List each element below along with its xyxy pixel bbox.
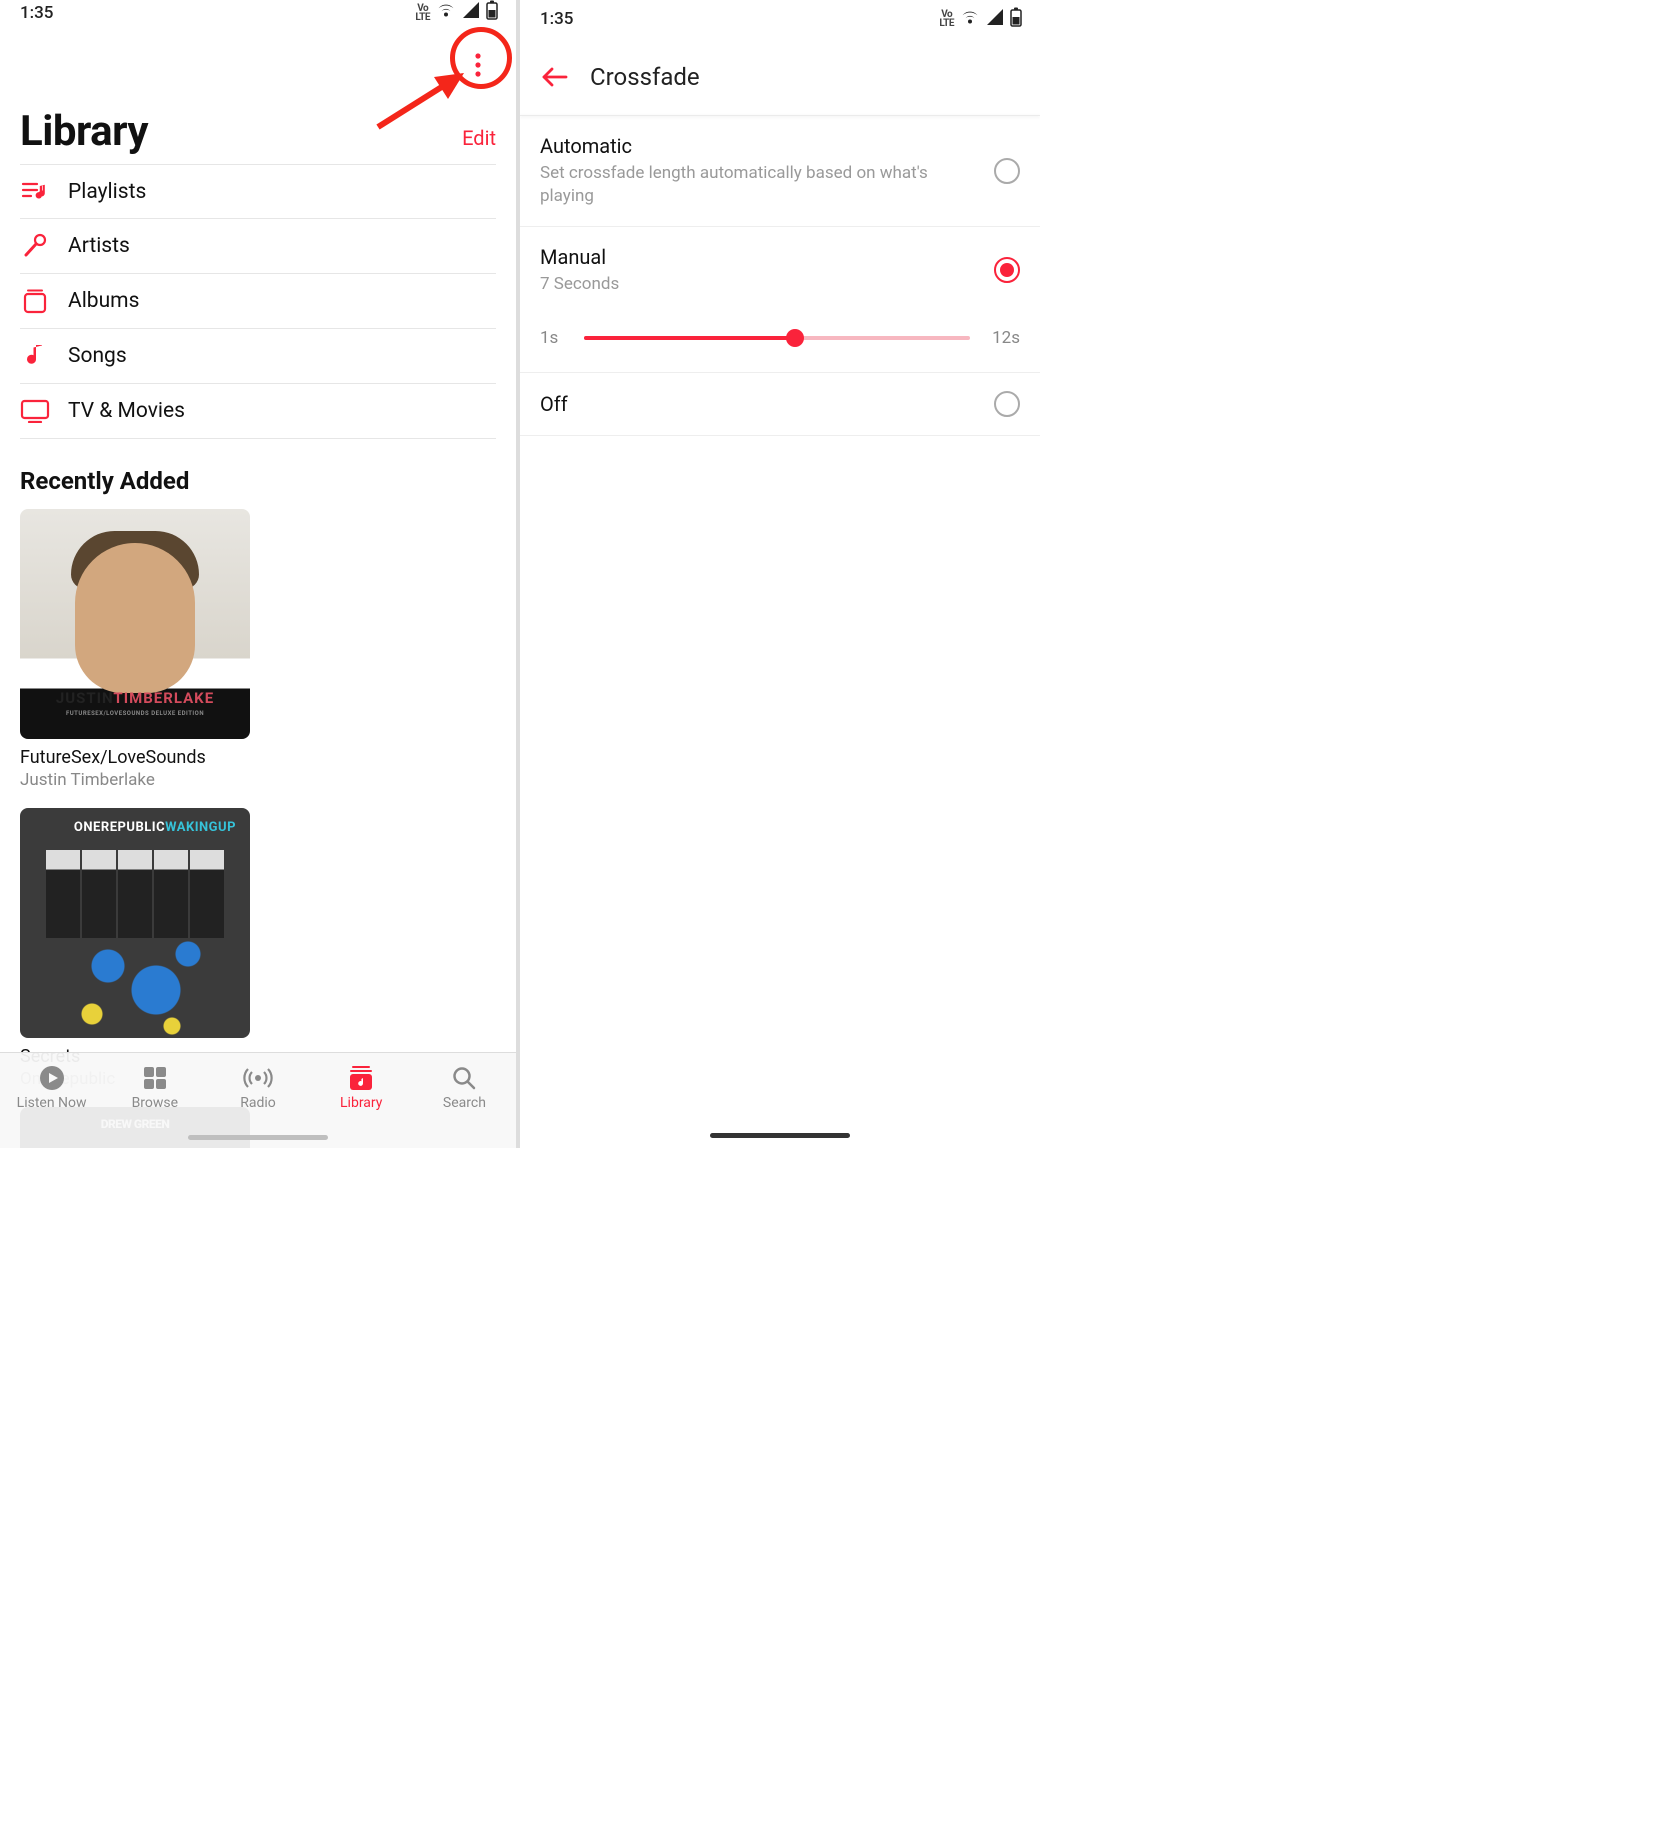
slider-max-label: 12s xyxy=(986,328,1020,348)
radio-manual[interactable] xyxy=(994,257,1020,283)
slider-fill xyxy=(584,336,795,340)
album-art: JUSTINTIMBERLAKE FUTURESEX/LOVESOUNDS DE… xyxy=(20,509,250,739)
nav-label: TV & Movies xyxy=(68,399,185,423)
nav-label: Artists xyxy=(68,234,130,258)
library-icon xyxy=(348,1065,374,1091)
tab-label: Browse xyxy=(132,1095,178,1111)
status-right: VoLTE xyxy=(939,7,1022,32)
wifi-icon xyxy=(436,2,456,23)
playlist-icon xyxy=(20,180,50,204)
home-indicator xyxy=(710,1133,850,1138)
more-menu-button[interactable] xyxy=(456,43,500,87)
signal-icon xyxy=(986,9,1004,30)
album-title: FutureSex/LoveSounds xyxy=(20,747,250,768)
crossfade-slider-row: 1s 12s xyxy=(520,314,1040,373)
grid-icon xyxy=(143,1065,167,1091)
option-text: Automatic Set crossfade length automatic… xyxy=(540,134,994,208)
album-card[interactable]: ONEREPUBLICWAKINGUP Secrets OneRepublic xyxy=(20,808,250,1089)
battery-icon xyxy=(486,0,498,25)
phone-library: 1:35 VoLTE Library Edit xyxy=(0,0,520,1148)
option-automatic[interactable]: Automatic Set crossfade length automatic… xyxy=(520,116,1040,227)
nav-item-artists[interactable]: Artists xyxy=(20,219,496,274)
nav-label: Albums xyxy=(68,289,139,313)
volte-icon: VoLTE xyxy=(939,10,954,28)
signal-icon xyxy=(462,2,480,23)
nav-item-tv-movies[interactable]: TV & Movies xyxy=(20,384,496,439)
home-indicator xyxy=(188,1135,328,1140)
slider-min-label: 1s xyxy=(540,328,568,348)
status-time: 1:35 xyxy=(20,3,53,23)
option-title: Off xyxy=(540,392,978,416)
nav-label: Songs xyxy=(68,344,127,368)
tab-label: Radio xyxy=(240,1095,276,1111)
option-title: Automatic xyxy=(540,134,978,158)
mic-icon xyxy=(20,233,50,259)
wifi-icon xyxy=(960,9,980,30)
album-art: ONEREPUBLICWAKINGUP xyxy=(20,808,250,1038)
status-right: VoLTE xyxy=(415,0,498,25)
divider xyxy=(520,115,1040,116)
nav-label: Playlists xyxy=(68,180,146,204)
radio-icon xyxy=(243,1065,273,1091)
back-button[interactable] xyxy=(536,59,572,95)
nav-item-playlists[interactable]: Playlists xyxy=(20,164,496,219)
page-title: Library xyxy=(20,107,148,156)
status-time: 1:35 xyxy=(540,9,573,29)
tab-bar: Listen Now Browse Radio Library Search xyxy=(0,1052,516,1148)
nav-item-albums[interactable]: Albums xyxy=(20,274,496,329)
option-sub: 7 Seconds xyxy=(540,273,978,296)
tab-search[interactable]: Search xyxy=(413,1059,516,1148)
edit-button[interactable]: Edit xyxy=(462,126,496,156)
art-text: WAKINGUP xyxy=(165,820,236,835)
nav-item-songs[interactable]: Songs xyxy=(20,329,496,384)
art-text: TIMBERLAKE xyxy=(113,689,214,707)
art-text: ONEREPUBLIC xyxy=(74,820,165,835)
art-text: JUSTIN xyxy=(56,689,114,707)
radio-off[interactable] xyxy=(994,391,1020,417)
library-nav-list: Playlists Artists Albums Songs TV & Movi… xyxy=(20,164,496,439)
art-sub: FUTURESEX/LOVESOUNDS DELUXE EDITION xyxy=(20,710,250,717)
note-icon xyxy=(20,343,50,369)
slider-thumb[interactable] xyxy=(786,329,804,347)
option-off[interactable]: Off xyxy=(520,373,1040,436)
volte-icon: VoLTE xyxy=(415,4,430,22)
search-icon xyxy=(452,1065,476,1091)
library-header: Library Edit xyxy=(0,87,516,164)
option-title: Manual xyxy=(540,245,978,269)
library-top-actions xyxy=(0,25,516,87)
option-text: Off xyxy=(540,392,994,416)
tab-label: Listen Now xyxy=(17,1095,87,1111)
status-bar: 1:35 VoLTE xyxy=(0,0,516,25)
play-circle-icon xyxy=(39,1065,65,1091)
recently-added-title: Recently Added xyxy=(0,439,516,509)
radio-automatic[interactable] xyxy=(994,158,1020,184)
settings-title: Crossfade xyxy=(590,63,700,91)
phone-crossfade: 1:35 VoLTE Crossfade Automatic Set cross… xyxy=(520,0,1040,1148)
battery-icon xyxy=(1010,7,1022,32)
crossfade-slider[interactable] xyxy=(584,336,970,340)
album-artist: Justin Timberlake xyxy=(20,770,250,790)
tab-label: Library xyxy=(340,1095,382,1111)
album-icon xyxy=(20,288,50,314)
tv-icon xyxy=(20,399,50,423)
option-sub: Set crossfade length automatically based… xyxy=(540,162,978,208)
option-text: Manual 7 Seconds xyxy=(540,245,994,296)
settings-header: Crossfade xyxy=(520,38,1040,116)
option-manual[interactable]: Manual 7 Seconds xyxy=(520,227,1040,314)
status-bar: 1:35 VoLTE xyxy=(520,0,1040,38)
tab-listen-now[interactable]: Listen Now xyxy=(0,1059,103,1148)
album-card[interactable]: JUSTINTIMBERLAKE FUTURESEX/LOVESOUNDS DE… xyxy=(20,509,250,790)
tab-label: Search xyxy=(443,1095,486,1111)
